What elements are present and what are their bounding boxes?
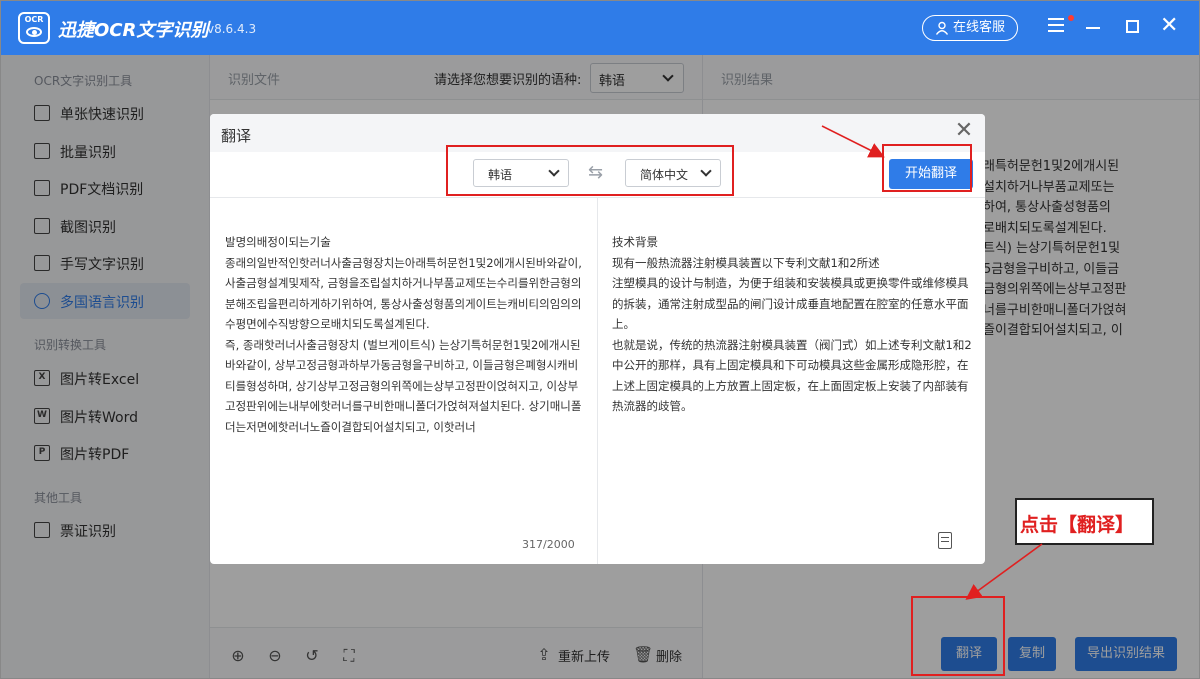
annotation-box-translate <box>911 596 1005 676</box>
close-icon[interactable]: ✕ <box>954 120 974 142</box>
person-icon <box>935 21 949 35</box>
menu-icon[interactable] <box>1048 18 1066 34</box>
target-text-pane: 技术背景 现有一般热流器注射模具装置以下专利文献1和2所述 注塑模具的设计与制造… <box>598 198 985 564</box>
copy-doc-icon[interactable] <box>938 532 952 549</box>
ocr-eye-icon: OCR <box>18 12 50 44</box>
app-title: 迅捷OCR文字识别 <box>58 20 209 41</box>
title-bar: OCR 迅捷OCR文字识别 v8.6.4.3 在线客服 ✕ <box>0 0 1200 55</box>
app-version: v8.6.4.3 <box>207 22 257 36</box>
annotation-box-languages <box>446 145 734 196</box>
logo-text: OCR <box>24 15 44 24</box>
minimize-icon[interactable] <box>1086 27 1100 29</box>
target-text: 技术背景 现有一般热流器注射模具装置以下专利文献1和2所述 注塑模具的设计与制造… <box>612 235 972 413</box>
annotation-callout: 点击【翻译】 <box>1015 498 1154 545</box>
online-service-label: 在线客服 <box>953 20 1006 35</box>
notification-dot <box>1068 15 1074 21</box>
maximize-icon[interactable] <box>1126 20 1139 33</box>
source-text[interactable]: 발명의배정이되는기술 종래의일반적인핫러너사출금형장치는아래특허문헌1및2에개시… <box>225 232 585 437</box>
window-close-icon[interactable]: ✕ <box>1160 15 1178 37</box>
dialog-title: 翻译 <box>221 127 252 145</box>
online-service-button[interactable]: 在线客服 <box>922 15 1018 41</box>
annotation-box-start <box>882 144 972 192</box>
source-text-pane[interactable]: 발명의배정이되는기술 종래의일반적인핫러너사출금형장치는아래특허문헌1및2에개시… <box>210 198 598 564</box>
char-counter: 317/2000 <box>522 538 575 551</box>
